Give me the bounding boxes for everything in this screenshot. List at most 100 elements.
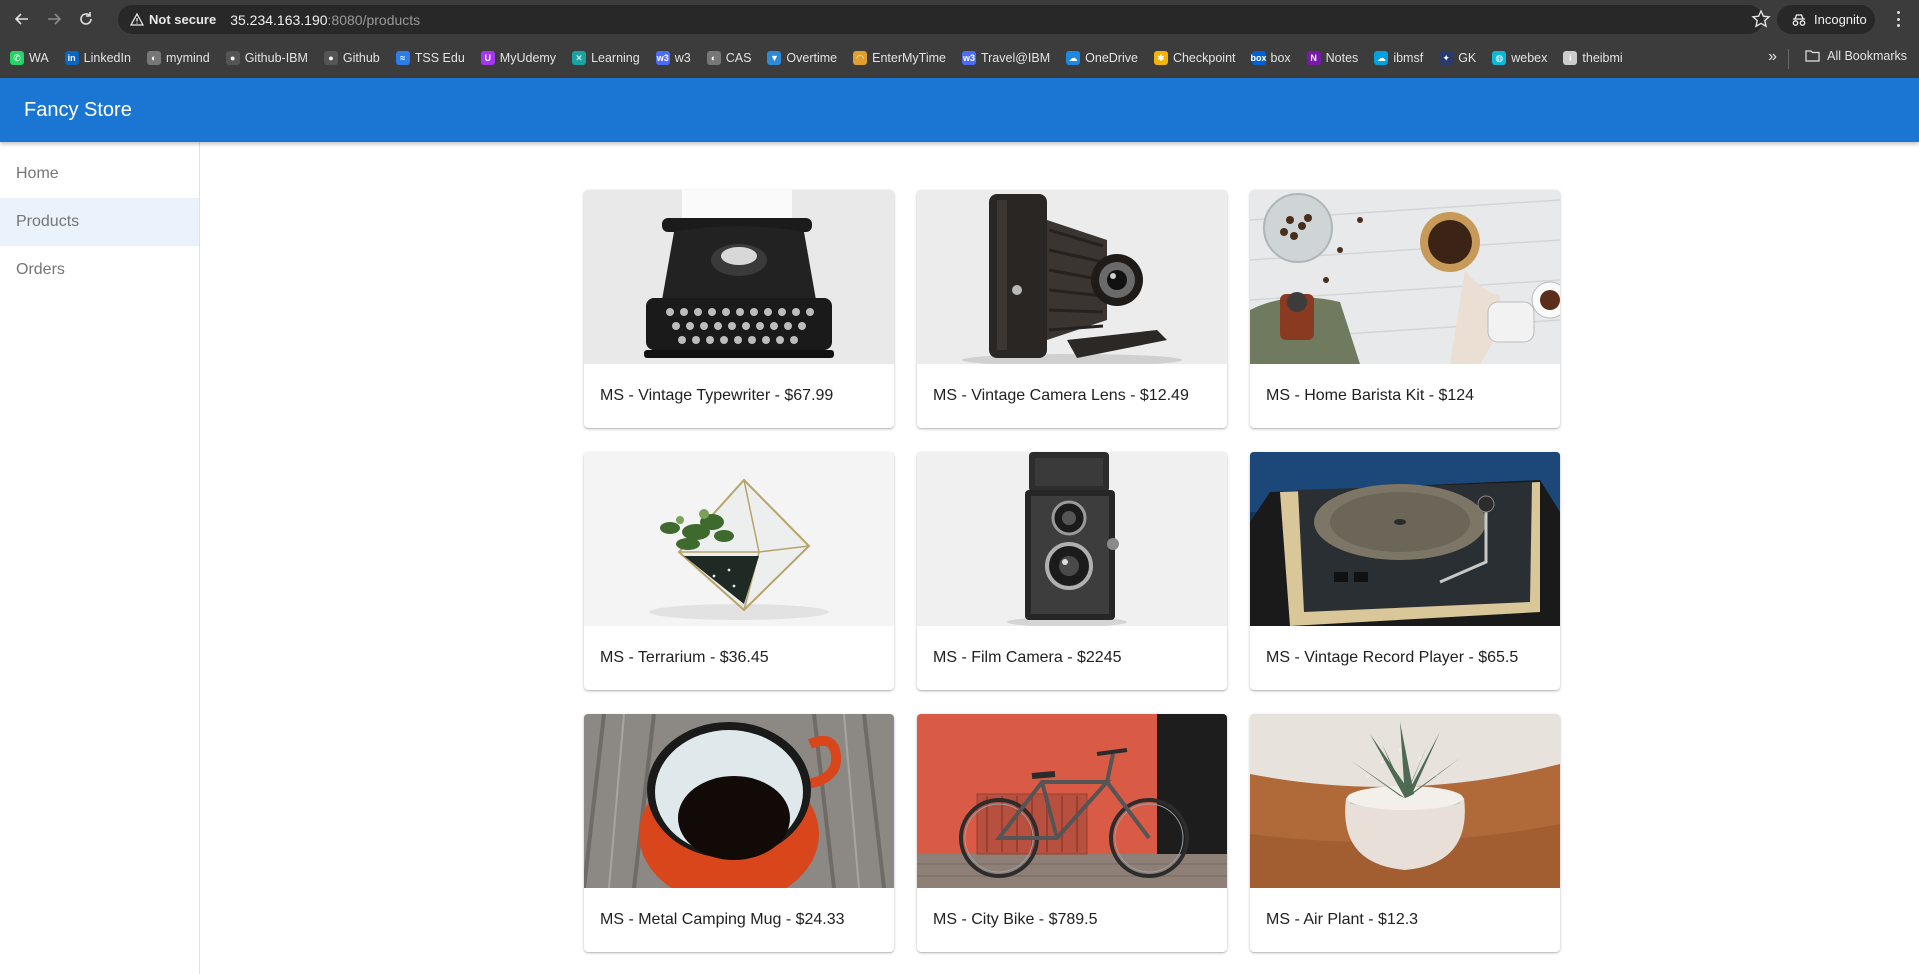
product-title: MS - Film Camera - $2245 [933, 649, 1122, 666]
learning-icon: ✕ [572, 51, 587, 65]
bookmark-item[interactable]: ✕ Learning [572, 51, 640, 65]
w3-icon: w3 [655, 51, 670, 65]
product-title: MS - Vintage Record Player - $65.5 [1266, 649, 1519, 666]
folder-icon [1805, 50, 1820, 62]
bookmark-label: Github [342, 51, 380, 65]
bookmark-label: Github-IBM [244, 51, 308, 65]
more-bookmarks-chevron-icon[interactable]: » [1768, 48, 1777, 66]
folding-camera-image [917, 190, 1227, 364]
sidebar-item-label: Home [16, 165, 59, 182]
city-bike-image [917, 714, 1227, 888]
bookmark-item[interactable]: i theibmi [1563, 51, 1623, 65]
bookmark-item[interactable]: ● Github-IBM [225, 51, 308, 65]
bookmark-item[interactable]: ✱ Checkpoint [1153, 51, 1236, 65]
product-card[interactable]: MS - Vintage Camera Lens - $12.49 [917, 190, 1227, 428]
incognito-label: Incognito [1814, 12, 1867, 27]
product-card[interactable]: MS - Vintage Record Player - $65.5 [1250, 452, 1560, 690]
bookmark-label: Overtime [786, 51, 838, 65]
bookmark-item[interactable]: N Notes [1306, 51, 1359, 65]
bookmark-item[interactable]: ◠ EnterMyTime [853, 51, 946, 65]
bookmark-star-icon[interactable] [1751, 9, 1771, 29]
back-button[interactable] [8, 5, 36, 33]
bookmark-item[interactable]: ✦ GK [1439, 51, 1476, 65]
bookmark-label: Travel@IBM [980, 51, 1051, 65]
bookmark-label: Notes [1325, 51, 1359, 65]
bookmark-label: WA [29, 51, 49, 65]
arrow-right-icon [48, 13, 62, 25]
globe-icon: ◐ [146, 51, 161, 65]
bookmark-item[interactable]: w3 w3 [655, 51, 691, 65]
bookmark-label: GK [1458, 51, 1477, 65]
product-grid: MS - Vintage Typewriter - $67.99 MS - Vi… [584, 190, 1561, 952]
sidebar-item-label: Orders [16, 261, 65, 278]
product-title: MS - City Bike - $789.5 [933, 911, 1098, 928]
bookmark-item[interactable]: ☁ OneDrive [1066, 51, 1138, 65]
tss-icon: ≈ [395, 51, 410, 65]
udemy-icon: U [480, 51, 495, 65]
bookmark-label: Learning [591, 51, 640, 65]
product-card[interactable]: MS - City Bike - $789.5 [917, 714, 1227, 952]
bookmark-item[interactable]: ✆ WA [10, 51, 49, 65]
bookmark-item[interactable]: ◐ CAS [706, 51, 751, 65]
security-indicator[interactable]: Not secure [130, 12, 216, 27]
bookmark-item[interactable]: box box [1251, 51, 1291, 65]
bookmark-item[interactable]: U MyUdemy [480, 51, 557, 65]
product-card[interactable]: MS - Metal Camping Mug - $24.33 [584, 714, 894, 952]
address-bar[interactable]: Not secure 35.234.163.190:8080/products [118, 5, 1763, 34]
camping-mug-image [584, 714, 894, 888]
browser-menu-icon[interactable] [1889, 10, 1907, 28]
film-camera-image [917, 452, 1227, 626]
all-bookmarks-button[interactable]: All Bookmarks [1805, 49, 1907, 63]
w3-icon: w3 [961, 51, 976, 65]
app-bar: Fancy Store [0, 78, 1919, 142]
bookmark-label: MyUdemy [499, 51, 557, 65]
terrarium-image [584, 452, 894, 626]
product-card[interactable]: MS - Vintage Typewriter - $67.99 [584, 190, 894, 428]
product-title: MS - Terrarium - $36.45 [600, 649, 769, 666]
sidebar-item-home[interactable]: Home [0, 150, 199, 198]
url-host: 35.234.163.190 [230, 11, 328, 28]
product-title: MS - Vintage Camera Lens - $12.49 [933, 387, 1189, 404]
incognito-icon [1792, 13, 1806, 26]
incognito-badge[interactable]: Incognito [1777, 5, 1875, 34]
bookmark-item[interactable]: ● Github [323, 51, 380, 65]
product-card[interactable]: MS - Air Plant - $12.3 [1250, 714, 1560, 952]
bookmark-label: w3 [674, 51, 691, 65]
bookmark-item[interactable]: ▼ Overtime [767, 51, 837, 65]
forward-button[interactable] [40, 5, 68, 33]
product-card[interactable]: MS - Home Barista Kit - $124 [1250, 190, 1560, 428]
sidebar: Home Products Orders [0, 142, 200, 974]
whatsapp-icon: ✆ [10, 51, 24, 65]
salesforce-icon: ☁ [1374, 51, 1389, 65]
checkpoint-icon: ✱ [1153, 51, 1168, 65]
product-title: MS - Metal Camping Mug - $24.33 [600, 911, 845, 928]
bookmark-label: webex [1511, 51, 1548, 65]
bookmark-item[interactable]: in LinkedIn [64, 51, 131, 65]
bookmark-item[interactable]: w3 Travel@IBM [961, 51, 1051, 65]
typewriter-image [584, 190, 894, 364]
sidebar-item-orders[interactable]: Orders [0, 246, 199, 294]
sidebar-item-products[interactable]: Products [0, 198, 199, 246]
record-player-image [1250, 452, 1560, 626]
app-title: Fancy Store [24, 98, 132, 121]
bookmark-item[interactable]: ◐ mymind [146, 51, 210, 65]
bookmark-item[interactable]: ◍ webex [1492, 51, 1547, 65]
github-icon: ● [323, 51, 338, 65]
product-title: MS - Vintage Typewriter - $67.99 [600, 387, 834, 404]
url-path: :8080/products [327, 11, 421, 28]
webex-icon: ◍ [1492, 51, 1507, 65]
reload-button[interactable] [72, 5, 100, 33]
bookmark-label: Checkpoint [1172, 51, 1236, 65]
entermytime-icon: ◠ [853, 51, 868, 65]
theibmi-icon: i [1563, 51, 1578, 65]
bookmark-item[interactable]: ≈ TSS Edu [395, 51, 465, 65]
product-title: MS - Air Plant - $12.3 [1266, 911, 1419, 928]
product-card[interactable]: MS - Film Camera - $2245 [917, 452, 1227, 690]
arrow-left-icon [14, 13, 28, 25]
bookmark-label: box [1270, 51, 1291, 65]
product-card[interactable]: MS - Terrarium - $36.45 [584, 452, 894, 690]
bookmark-label: OneDrive [1085, 51, 1138, 65]
bookmark-item[interactable]: ☁ ibmsf [1374, 51, 1423, 65]
onedrive-icon: ☁ [1066, 51, 1081, 65]
onenote-icon: N [1306, 51, 1321, 65]
